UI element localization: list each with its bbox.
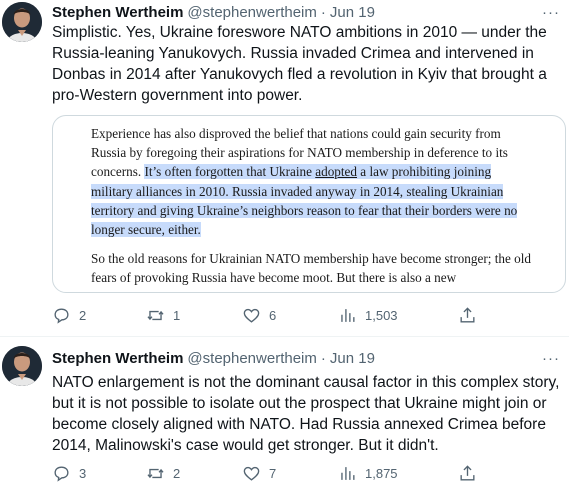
author-name[interactable]: Stephen Wertheim	[52, 4, 183, 21]
reply-icon	[54, 307, 69, 324]
views-button[interactable]: 1,875	[338, 463, 398, 483]
retweet-icon	[147, 310, 164, 320]
views-icon	[341, 466, 355, 480]
reply-button[interactable]: 2	[52, 305, 86, 325]
tweet[interactable]: Stephen Wertheim @stephenwertheim · Jun …	[0, 0, 569, 336]
reply-count: 2	[79, 307, 87, 323]
tweet[interactable]: Stephen Wertheim @stephenwertheim · Jun …	[0, 336, 569, 488]
tweet-header: Stephen Wertheim @stephenwertheim · Jun …	[52, 2, 375, 22]
tweet-header: Stephen Wertheim @stephenwertheim · Jun …	[52, 348, 375, 368]
like-button[interactable]: 7	[242, 463, 276, 483]
avatar[interactable]	[2, 2, 42, 42]
heart-icon	[243, 466, 260, 481]
tweet-text: NATO enlargement is not the dominant cau…	[52, 374, 560, 454]
like-count: 6	[269, 307, 277, 323]
adopted-link: adopted	[315, 164, 357, 180]
tweet-date[interactable]: Jun 19	[330, 350, 375, 367]
share-button[interactable]	[458, 305, 477, 325]
retweet-count: 1	[173, 307, 181, 323]
share-icon	[460, 464, 475, 481]
views-count: 1,503	[365, 307, 398, 323]
heart-icon	[243, 308, 260, 323]
author-name[interactable]: Stephen Wertheim	[52, 350, 183, 367]
retweet-icon	[147, 468, 164, 478]
quoted-article-excerpt: Experience has also disproved the belief…	[91, 124, 531, 292]
views-button[interactable]: 1,503	[338, 305, 398, 325]
like-button[interactable]: 6	[242, 305, 276, 325]
separator: ·	[320, 3, 326, 21]
tweet-date[interactable]: Jun 19	[330, 4, 375, 21]
more-options-icon[interactable]: ···	[541, 348, 561, 368]
author-handle[interactable]: @stephenwertheim	[187, 350, 316, 367]
like-count: 7	[269, 465, 277, 481]
reply-count: 3	[79, 465, 87, 481]
share-icon	[460, 306, 475, 323]
highlighted-text-a: It’s often forgotten that Ukraine	[144, 164, 316, 180]
retweet-button[interactable]: 2	[146, 463, 180, 483]
reply-icon	[54, 465, 69, 482]
views-icon	[341, 308, 355, 322]
tweet-actions: 2 1 6 1,503	[52, 305, 482, 325]
highlighted-text: It’s often forgotten that Ukraine adopte…	[91, 164, 518, 238]
tweet-text: Simplistic. Yes, Ukraine foreswore NATO …	[52, 24, 547, 104]
tweet-actions: 3 2 7 1,875	[52, 463, 482, 483]
separator: ·	[320, 349, 326, 367]
retweet-button[interactable]: 1	[146, 305, 180, 325]
excerpt-paragraph-2: So the old reasons for Ukrainian NATO me…	[91, 251, 531, 286]
avatar[interactable]	[2, 346, 42, 386]
reply-button[interactable]: 3	[52, 463, 86, 483]
share-button[interactable]	[458, 463, 477, 483]
author-handle[interactable]: @stephenwertheim	[187, 4, 316, 21]
quoted-image-card[interactable]: Experience has also disproved the belief…	[52, 115, 566, 293]
more-options-icon[interactable]: ···	[541, 2, 561, 22]
views-count: 1,875	[365, 465, 398, 481]
retweet-count: 2	[173, 465, 181, 481]
excerpt-paragraph: Experience has also disproved the belief…	[91, 124, 531, 239]
